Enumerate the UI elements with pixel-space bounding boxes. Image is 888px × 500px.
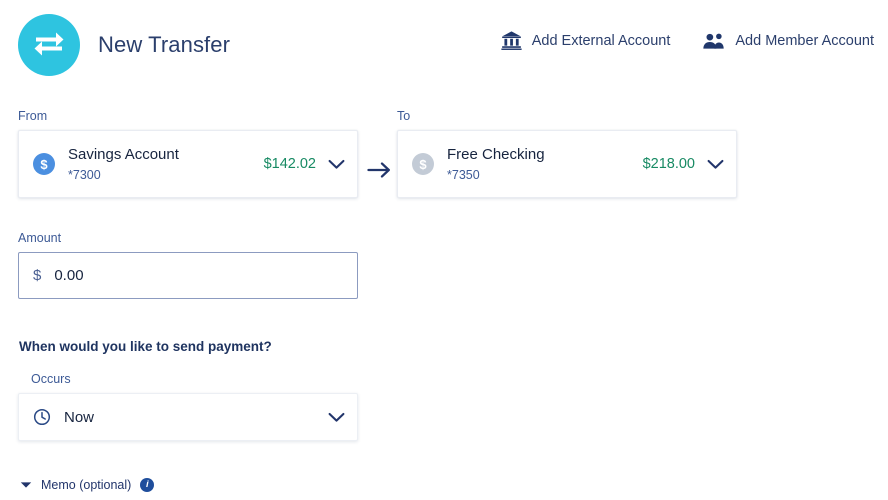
- to-label: To: [397, 109, 737, 123]
- from-account-balance: $142.02: [264, 156, 316, 172]
- to-account-name: Free Checking: [447, 146, 643, 165]
- header-actions: Add External Account Add Member Account: [501, 30, 874, 51]
- amount-section: Amount $ 0.00: [18, 231, 358, 299]
- schedule-question: When would you like to send payment?: [19, 339, 272, 354]
- to-account-section: To $ Free Checking *7350 $218.00: [397, 109, 737, 198]
- to-account-info: Free Checking *7350: [447, 146, 643, 182]
- dollar-circle-icon: $: [412, 153, 434, 175]
- bank-icon: [501, 30, 522, 51]
- brand: New Transfer: [18, 14, 230, 76]
- to-account-number: *7350: [447, 168, 643, 182]
- to-account-balance: $218.00: [643, 156, 695, 172]
- amount-label: Amount: [18, 231, 358, 245]
- from-account-info: Savings Account *7300: [68, 146, 264, 182]
- add-member-account-label: Add Member Account: [735, 33, 874, 49]
- from-account-name: Savings Account: [68, 146, 264, 165]
- dollar-circle-icon: $: [33, 153, 55, 175]
- memo-label: Memo (optional): [41, 478, 131, 492]
- arrow-right-icon: [366, 158, 394, 182]
- to-account-selector[interactable]: $ Free Checking *7350 $218.00: [397, 130, 737, 198]
- occurs-section: Occurs Now: [18, 372, 358, 441]
- occurs-value: Now: [64, 409, 328, 426]
- memo-toggle[interactable]: Memo (optional) i: [20, 478, 154, 492]
- clock-icon: [33, 408, 51, 426]
- new-transfer-page: New Transfer Add External Account: [0, 0, 888, 500]
- currency-symbol: $: [33, 267, 41, 284]
- caret-down-icon: [20, 481, 32, 489]
- from-account-section: From $ Savings Account *7300 $142.02: [18, 109, 358, 198]
- from-account-number: *7300: [68, 168, 264, 182]
- chevron-down-icon[interactable]: [707, 159, 724, 170]
- page-title: New Transfer: [98, 32, 230, 58]
- chevron-down-icon[interactable]: [328, 159, 345, 170]
- people-icon: [702, 32, 725, 50]
- add-member-account-button[interactable]: Add Member Account: [702, 32, 874, 50]
- add-external-account-label: Add External Account: [532, 33, 671, 49]
- amount-value: 0.00: [54, 267, 83, 284]
- transfer-arrows-icon: [18, 14, 80, 76]
- from-label: From: [18, 109, 358, 123]
- occurs-label: Occurs: [31, 372, 358, 386]
- from-account-selector[interactable]: $ Savings Account *7300 $142.02: [18, 130, 358, 198]
- page-header: New Transfer Add External Account: [0, 0, 888, 92]
- add-external-account-button[interactable]: Add External Account: [501, 30, 671, 51]
- chevron-down-icon[interactable]: [328, 412, 345, 423]
- info-icon[interactable]: i: [140, 478, 154, 492]
- amount-input[interactable]: $ 0.00: [18, 252, 358, 299]
- occurs-select[interactable]: Now: [18, 393, 358, 441]
